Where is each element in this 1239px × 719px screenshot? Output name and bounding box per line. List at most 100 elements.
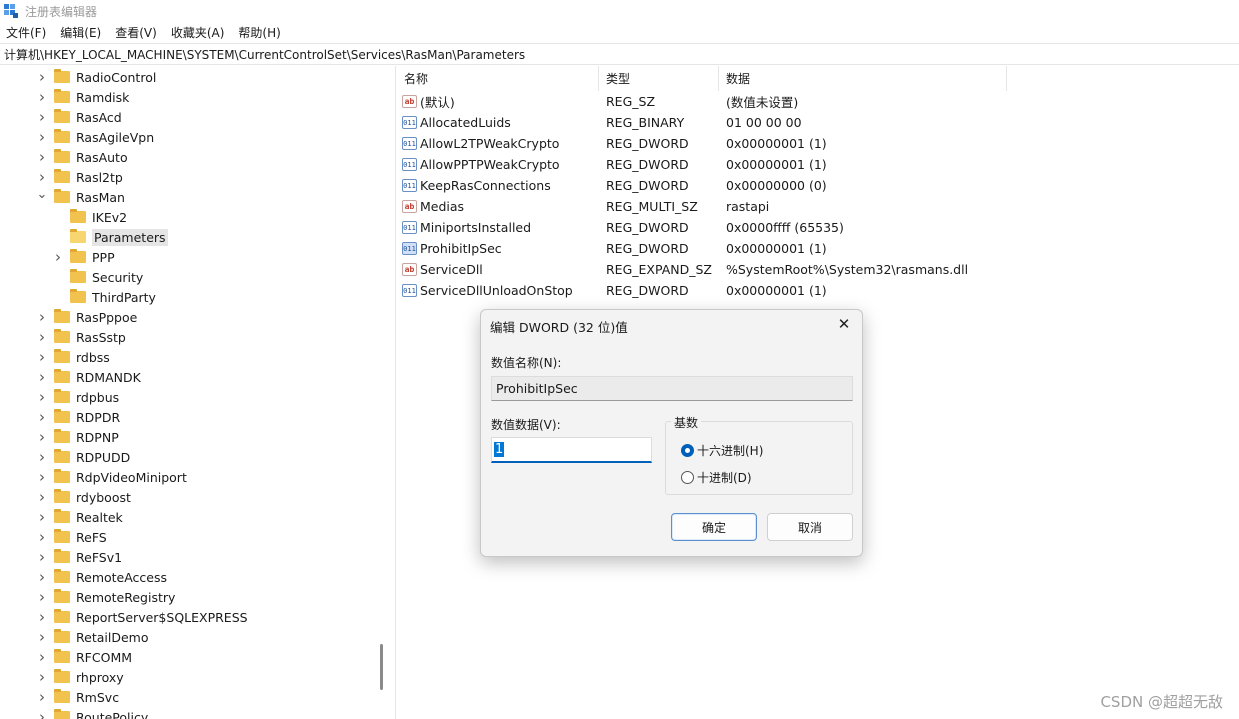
value-name-text[interactable]: AllowPPTPWeakCrypto [420, 157, 560, 172]
tree-item-remoteaccess[interactable]: › RemoteAccess [36, 567, 167, 587]
tree-item-label[interactable]: ReFSv1 [76, 550, 122, 565]
tree-item-rdpdr[interactable]: › RDPDR [36, 407, 120, 427]
tree-item-security[interactable]: Security [52, 267, 143, 287]
tree-item-label[interactable]: RasPppoe [76, 310, 137, 325]
cancel-button[interactable]: 取消 [767, 513, 853, 541]
chevron-right-icon[interactable]: › [36, 428, 48, 446]
chevron-right-icon[interactable]: › [36, 328, 48, 346]
menu-help[interactable]: 帮助(H) [238, 24, 280, 41]
chevron-right-icon[interactable]: › [36, 508, 48, 526]
tree-item-label[interactable]: IKEv2 [92, 210, 127, 225]
value-name-cell[interactable]: ab (默认) [397, 92, 599, 111]
tree-item-label[interactable]: rdpbus [76, 390, 119, 405]
radio-decimal[interactable]: 十进制(D) [681, 469, 752, 486]
chevron-right-icon[interactable]: › [52, 248, 64, 266]
value-row[interactable]: 011 AllocatedLuids REG_BINARY 01 00 00 00 [397, 112, 802, 133]
tree-item-label[interactable]: Parameters [92, 228, 168, 246]
address-path[interactable]: 计算机\HKEY_LOCAL_MACHINE\SYSTEM\CurrentCon… [4, 46, 525, 63]
tree-item-label[interactable]: RasSstp [76, 330, 126, 345]
tree-item-label[interactable]: RemoteAccess [76, 570, 167, 585]
tree-item-label[interactable]: rdbss [76, 350, 110, 365]
tree-item-rmsvc[interactable]: › RmSvc [36, 687, 119, 707]
tree-item-rhproxy[interactable]: › rhproxy [36, 667, 124, 687]
menu-favorites[interactable]: 收藏夹(A) [171, 24, 225, 41]
tree-item-label[interactable]: ThirdParty [92, 290, 156, 305]
tree-item-label[interactable]: RmSvc [76, 690, 119, 705]
value-name-cell[interactable]: ab ServiceDll [397, 262, 599, 277]
value-name-text[interactable]: ServiceDllUnloadOnStop [420, 283, 573, 298]
chevron-right-icon[interactable]: › [36, 488, 48, 506]
key-tree[interactable]: › RadioControl › Ramdisk › RasAcd › RasAgileVpn… [0, 66, 384, 719]
tree-item-label[interactable]: RadioControl [76, 70, 156, 85]
chevron-right-icon[interactable]: › [36, 468, 48, 486]
value-name-cell[interactable]: 011 MiniportsInstalled [397, 220, 599, 235]
value-name-text[interactable]: AllocatedLuids [420, 115, 511, 130]
radio-hex[interactable]: 十六进制(H) [681, 442, 763, 459]
chevron-right-icon[interactable]: › [36, 408, 48, 426]
tree-item-realtek[interactable]: › Realtek [36, 507, 123, 527]
chevron-right-icon[interactable]: › [36, 588, 48, 606]
tree-item-label[interactable]: Security [92, 270, 143, 285]
tree-item-routepolicy[interactable]: › RoutePolicy [36, 707, 148, 719]
tree-item-ppp[interactable]: › PPP [52, 247, 115, 267]
tree-item-thirdparty[interactable]: ThirdParty [52, 287, 156, 307]
value-name-cell[interactable]: 011 AllowPPTPWeakCrypto [397, 157, 599, 172]
pane-divider[interactable] [395, 66, 396, 719]
tree-item-rdyboost[interactable]: › rdyboost [36, 487, 131, 507]
value-name-text[interactable]: ProhibitIpSec [420, 241, 502, 256]
value-row[interactable]: 011 AllowL2TPWeakCrypto REG_DWORD 0x0000000… [397, 133, 827, 154]
chevron-right-icon[interactable]: › [36, 628, 48, 646]
chevron-right-icon[interactable]: › [36, 568, 48, 586]
value-name-text[interactable]: KeepRasConnections [420, 178, 551, 193]
tree-item-parameters[interactable]: Parameters [52, 227, 168, 247]
value-row[interactable]: ab (默认) REG_SZ (数值未设置) [397, 91, 798, 112]
chevron-right-icon[interactable]: › [36, 608, 48, 626]
chevron-down-icon[interactable]: ⌄ [36, 187, 48, 202]
chevron-right-icon[interactable]: › [36, 308, 48, 326]
tree-item-refs[interactable]: › ReFS [36, 527, 107, 547]
value-row[interactable]: ab ServiceDll REG_EXPAND_SZ %SystemRoot%\Sy… [397, 259, 968, 280]
chevron-right-icon[interactable]: › [36, 548, 48, 566]
chevron-right-icon[interactable]: › [36, 448, 48, 466]
tree-item-rasl2tp[interactable]: › Rasl2tp [36, 167, 123, 187]
tree-item-ikev2[interactable]: IKEv2 [52, 207, 127, 227]
tree-item-label[interactable]: RemoteRegistry [76, 590, 175, 605]
tree-item-rasacd[interactable]: › RasAcd [36, 107, 122, 127]
chevron-right-icon[interactable]: › [36, 348, 48, 366]
value-name-cell[interactable]: 011 AllowL2TPWeakCrypto [397, 136, 599, 151]
chevron-right-icon[interactable]: › [36, 128, 48, 146]
tree-item-reportserver-sqlexpress[interactable]: › ReportServer$SQLEXPRESS [36, 607, 248, 627]
radio-hex-button[interactable] [681, 444, 694, 457]
menu-file[interactable]: 文件(F) [6, 24, 46, 41]
value-name-text[interactable]: ServiceDll [420, 262, 483, 277]
tree-item-rdpvideominiport[interactable]: › RdpVideoMiniport [36, 467, 187, 487]
chevron-right-icon[interactable]: › [36, 688, 48, 706]
ok-button[interactable]: 确定 [671, 513, 757, 541]
value-name-text[interactable]: MiniportsInstalled [420, 220, 531, 235]
chevron-right-icon[interactable]: › [36, 388, 48, 406]
tree-item-radiocontrol[interactable]: › RadioControl [36, 67, 156, 87]
tree-item-label[interactable]: RasAuto [76, 150, 128, 165]
menu-edit[interactable]: 编辑(E) [60, 24, 101, 41]
tree-item-retaildemo[interactable]: › RetailDemo [36, 627, 148, 647]
tree-item-rfcomm[interactable]: › RFCOMM [36, 647, 132, 667]
tree-item-raspppoe[interactable]: › RasPppoe [36, 307, 137, 327]
value-name-cell[interactable]: 011 AllocatedLuids [397, 115, 599, 130]
tree-item-rasauto[interactable]: › RasAuto [36, 147, 128, 167]
column-header-name[interactable]: 名称 [397, 66, 599, 91]
chevron-right-icon[interactable]: › [36, 648, 48, 666]
value-row[interactable]: ab Medias REG_MULTI_SZ rastapi [397, 196, 769, 217]
value-data-input[interactable]: 1 [491, 437, 652, 463]
value-row[interactable]: 011 ServiceDllUnloadOnStop REG_DWORD 0x0000… [397, 280, 827, 301]
tree-item-rdpbus[interactable]: › rdpbus [36, 387, 119, 407]
menu-view[interactable]: 查看(V) [115, 24, 157, 41]
tree-item-rdbss[interactable]: › rdbss [36, 347, 110, 367]
value-name-text[interactable]: AllowL2TPWeakCrypto [420, 136, 559, 151]
tree-item-label[interactable]: rdyboost [76, 490, 131, 505]
tree-item-label[interactable]: ReFS [76, 530, 107, 545]
value-name-text[interactable]: Medias [420, 199, 464, 214]
address-bar[interactable]: 计算机\HKEY_LOCAL_MACHINE\SYSTEM\CurrentCon… [0, 43, 1239, 65]
tree-item-label[interactable]: RDPUDD [76, 450, 130, 465]
chevron-right-icon[interactable]: › [36, 68, 48, 86]
tree-item-ramdisk[interactable]: › Ramdisk [36, 87, 129, 107]
